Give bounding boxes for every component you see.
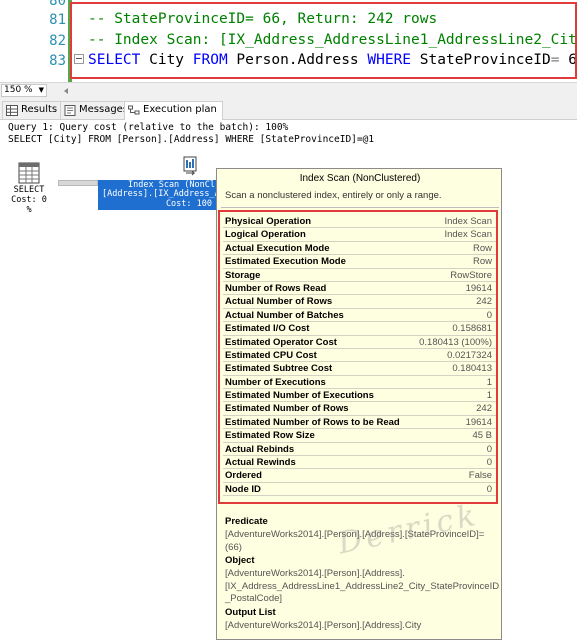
tooltip-description: Scan a nonclustered index, entirely or o… <box>225 190 442 201</box>
zoom-dropdown[interactable]: 150 % ▼ <box>1 84 47 97</box>
object-line: _PostalCode] <box>225 593 283 604</box>
tab-label: Results <box>21 104 58 115</box>
scan-node-object: [Address].[IX_Address_A <box>102 189 220 199</box>
messages-icon <box>64 105 76 116</box>
output-list-value: [AdventureWorks2014].[Person].[Address].… <box>225 620 422 631</box>
line-number: 83 <box>49 53 66 69</box>
tab-label: Execution plan <box>143 104 217 115</box>
query-editor[interactable]: 80 81 82 83 -- StateProvinceID= 66, Retu… <box>0 0 577 82</box>
predicate-label: Predicate <box>225 516 268 527</box>
tooltip-title: Index Scan (NonClustered) <box>299 173 421 184</box>
query-cost-text: Query 1: Query cost (relative to the bat… <box>8 122 289 133</box>
select-node-cost: Cost: 0 % <box>11 195 47 215</box>
query-text: SELECT [City] FROM [Person].[Address] WH… <box>8 134 375 145</box>
tab-execution-plan[interactable]: Execution plan <box>124 101 223 120</box>
line-number-gutter: 80 81 82 83 <box>0 0 70 82</box>
execution-plan-icon <box>128 105 140 115</box>
object-label: Object <box>225 555 255 566</box>
scan-node-cost: Cost: 100 <box>165 199 212 209</box>
tab-messages[interactable]: Messages <box>60 101 135 119</box>
results-tab-bar: Results Messages Execution plan <box>0 98 577 120</box>
tab-results[interactable]: Results <box>2 101 64 119</box>
output-list-label: Output List <box>225 607 276 618</box>
line-number: 80 <box>49 0 66 9</box>
object-line: [AdventureWorks2014].[Person].[Address]. <box>225 568 405 579</box>
line-number: 81 <box>49 12 66 28</box>
divider <box>221 207 499 208</box>
code-highlight-box <box>70 2 577 79</box>
object-value: [AdventureWorks2014].[Person].[Address].… <box>225 568 500 606</box>
scroll-left-icon[interactable] <box>60 87 80 95</box>
line-number: 82 <box>49 33 66 49</box>
index-scan-node[interactable]: Index Scan (NonCl [Address].[IX_Address_… <box>98 180 220 210</box>
editor-status-bar: 150 % ▼ <box>0 82 577 98</box>
tab-label: Messages <box>79 104 129 115</box>
zoom-value: 150 % <box>4 85 33 95</box>
properties-highlight-box <box>218 210 498 504</box>
chevron-down-icon: ▼ <box>38 86 44 94</box>
select-node-label: SELECT <box>13 185 45 195</box>
object-line: [IX_Address_AddressLine1_AddressLine2_Ci… <box>225 580 500 592</box>
grid-icon <box>6 105 18 116</box>
select-node[interactable]: SELECT Cost: 0 % <box>6 185 52 215</box>
plan-flow-arrow <box>58 180 98 186</box>
select-icon[interactable] <box>18 162 40 184</box>
index-scan-icon[interactable] <box>182 156 198 176</box>
